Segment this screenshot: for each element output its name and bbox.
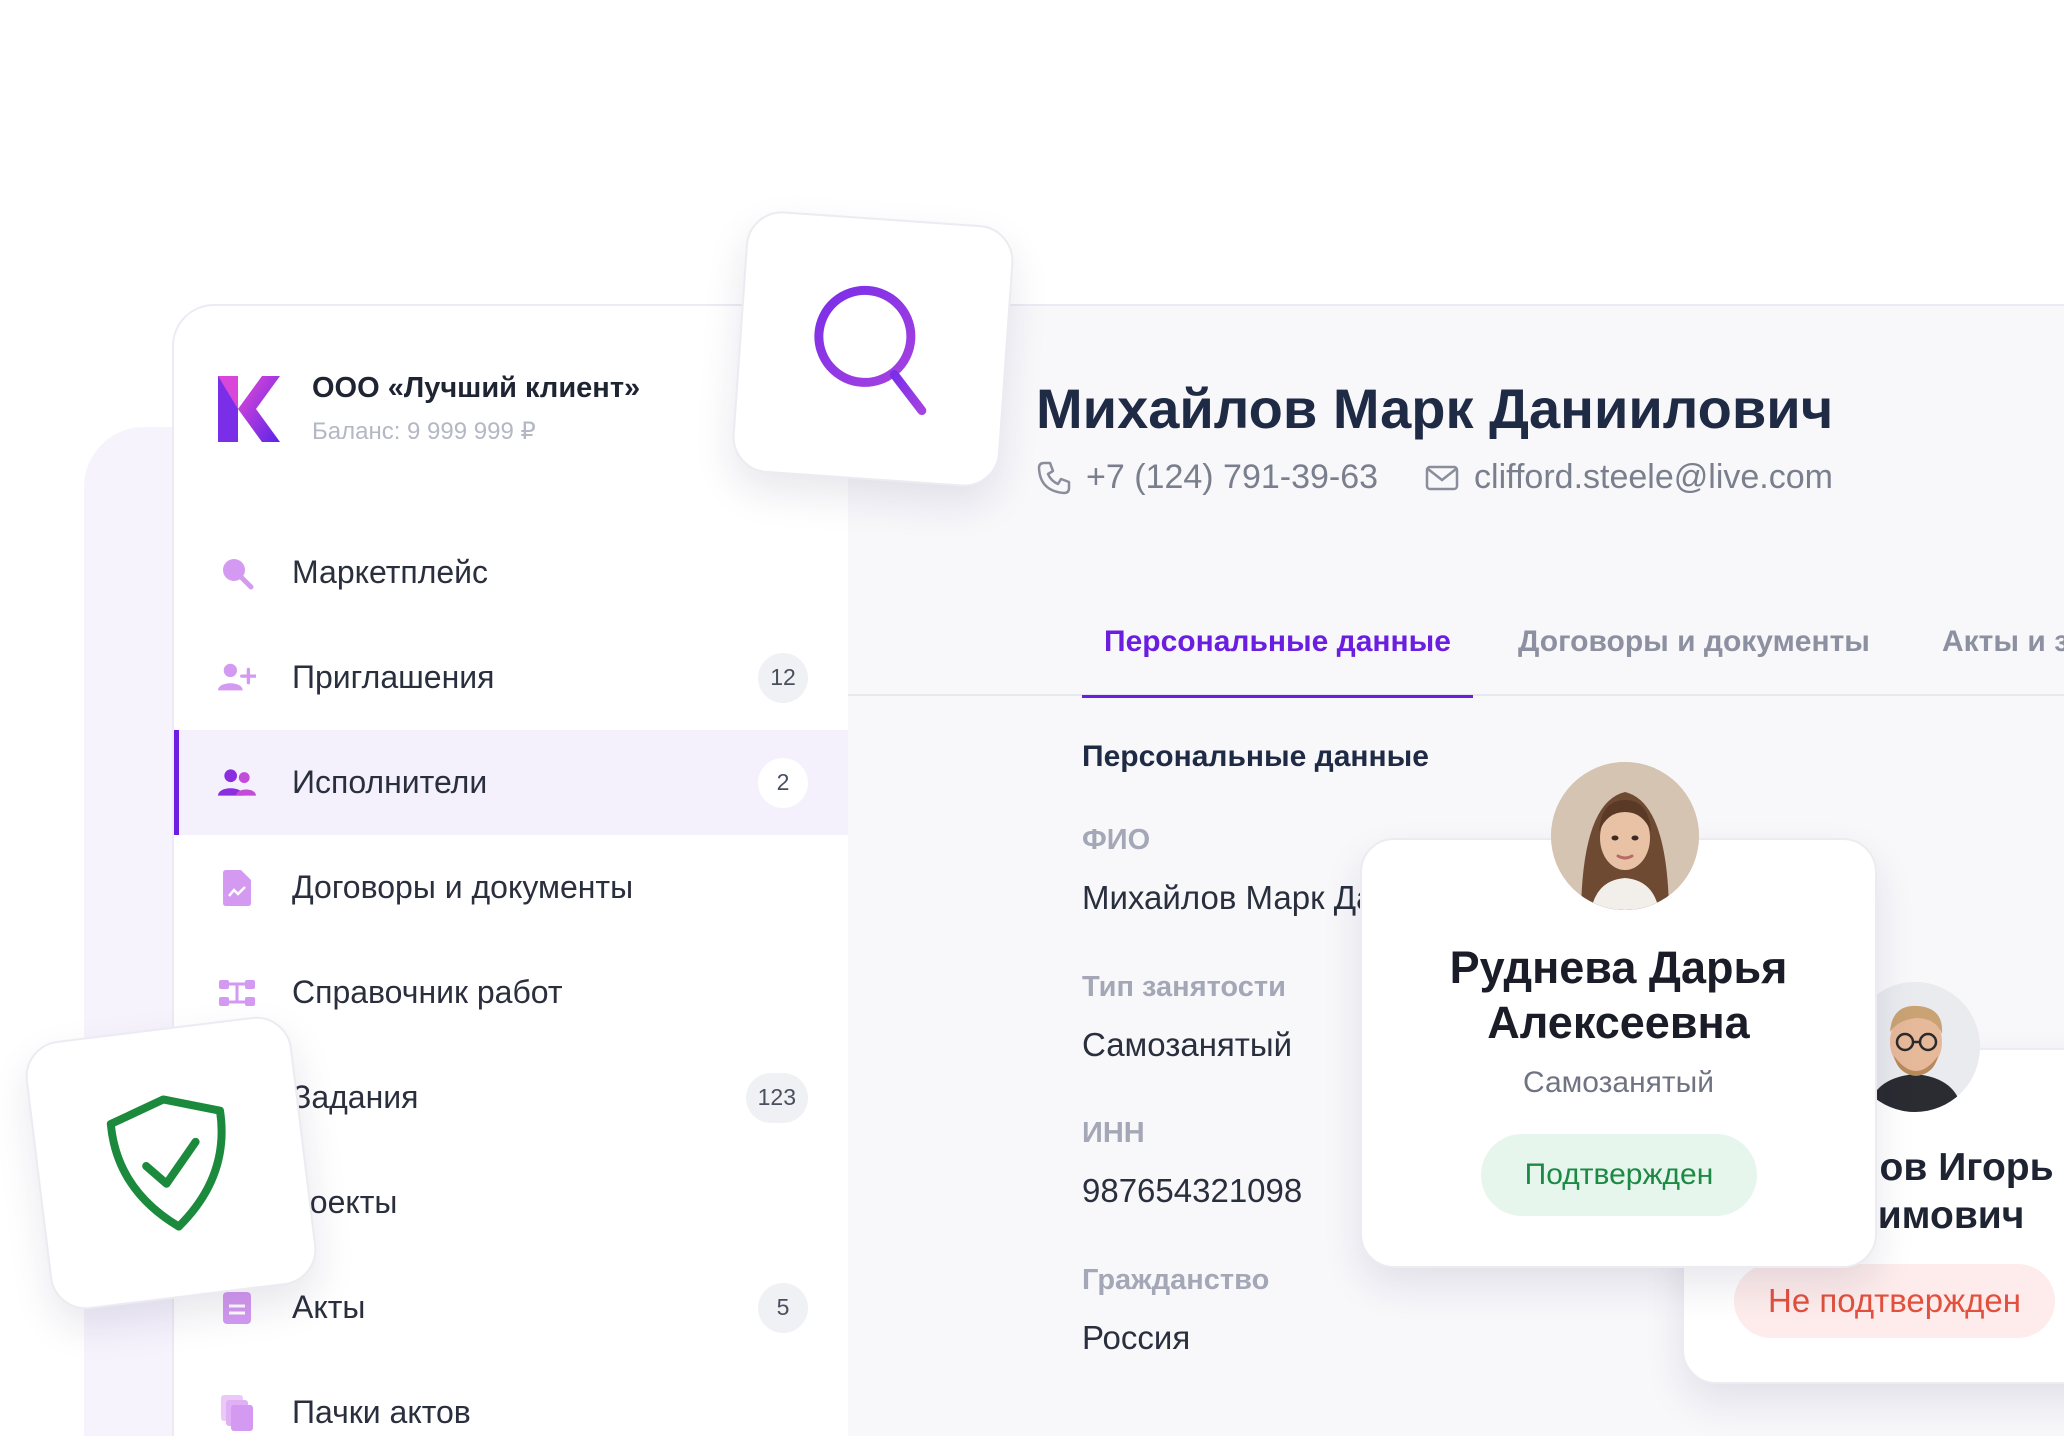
sidebar-item-label: Задания	[292, 1079, 419, 1115]
security-tile	[21, 1012, 321, 1314]
count-badge: 123	[745, 1072, 808, 1123]
sidebar-item-label: Маркетплейс	[292, 554, 489, 590]
field-label: Тип занятости	[1082, 971, 1286, 1003]
contacts-row: +7 (124) 791-39-63 clifford.steele@live.…	[1036, 458, 1833, 497]
sidebar-item-performers[interactable]: Исполнители 2	[174, 730, 848, 835]
page-title: Михайлов Марк Даниилович	[1036, 377, 1834, 440]
field-label: Гражданство	[1082, 1264, 1270, 1296]
sidebar-item-contracts[interactable]: Договоры и документы	[174, 835, 848, 940]
company-balance: Баланс: 9 999 999 ₽	[312, 418, 536, 445]
section-title: Персональные данные	[1082, 740, 1429, 773]
performer-name: Руднева Дарья Алексеевна	[1449, 942, 1788, 1048]
company-logo	[218, 376, 280, 442]
mail-icon	[1425, 465, 1459, 490]
sidebar-item-label: Пачки актов	[292, 1394, 471, 1430]
shield-check-icon	[106, 1095, 226, 1231]
status-badge-confirmed: Подтвержден	[1481, 1134, 1757, 1216]
sidebar-item-marketplace[interactable]: Маркетплейс	[174, 520, 848, 625]
field-value: Самозанятый	[1082, 1026, 1293, 1063]
sidebar-item-label: Справочник работ	[292, 974, 563, 1010]
search-icon	[218, 554, 256, 592]
sidebar-item-label: роекты	[292, 1184, 398, 1220]
workflow-icon	[218, 974, 256, 1012]
field-citizenship: Гражданство Россия	[1082, 1264, 1269, 1357]
profile-tabs: Персональные данные Договоры и документы…	[848, 588, 2064, 698]
search-tile	[730, 208, 1016, 490]
users-icon	[218, 764, 256, 802]
acts-icon	[218, 1289, 256, 1327]
tab-personal-data[interactable]: Персональные данные	[1082, 588, 1473, 698]
company-name: ООО «Лучший клиент»	[312, 372, 641, 404]
sidebar-nav: Маркетплейс Приглашения 12 Исполнители 2	[174, 520, 848, 1436]
sidebar-item-label: Приглашения	[292, 659, 495, 695]
search-icon	[814, 285, 927, 416]
field-inn: ИНН 987654321098	[1082, 1117, 1302, 1210]
company-header[interactable]: ООО «Лучший клиент» Баланс: 9 999 999 ₽	[218, 372, 640, 446]
tab-contracts-documents[interactable]: Договоры и документы	[1518, 588, 1870, 696]
field-value: Россия	[1082, 1319, 1191, 1356]
count-badge: 12	[758, 652, 808, 703]
field-label: ИНН	[1082, 1117, 1145, 1149]
tab-acts-tasks[interactable]: Акты и задания	[1942, 588, 2064, 696]
field-value: 987654321098	[1082, 1172, 1303, 1209]
employment-type: Самозанятый	[1523, 1066, 1714, 1099]
sidebar-item-label: Акты	[292, 1289, 366, 1325]
acts-bundle-icon	[218, 1394, 256, 1432]
phone-number[interactable]: +7 (124) 791-39-63	[1086, 458, 1378, 497]
avatar	[1551, 762, 1699, 910]
count-badge: 2	[758, 757, 808, 808]
phone-icon	[1037, 461, 1071, 494]
document-icon	[218, 869, 256, 907]
sidebar-item-invitations[interactable]: Приглашения 12	[174, 625, 848, 730]
status-badge-not-confirmed: Не подтвержден	[1734, 1264, 2055, 1338]
add-user-icon	[218, 659, 256, 697]
sidebar-item-act-bundles[interactable]: Пачки актов	[174, 1360, 848, 1436]
count-badge: 5	[758, 1282, 808, 1333]
field-employment-type: Тип занятости Самозанятый	[1082, 971, 1292, 1064]
sidebar-item-label: Исполнители	[292, 764, 488, 800]
performer-name: нов Игорь симович	[1856, 1146, 2054, 1237]
email-address[interactable]: clifford.steele@live.com	[1474, 458, 1833, 497]
sidebar-item-label: Договоры и документы	[292, 869, 634, 905]
